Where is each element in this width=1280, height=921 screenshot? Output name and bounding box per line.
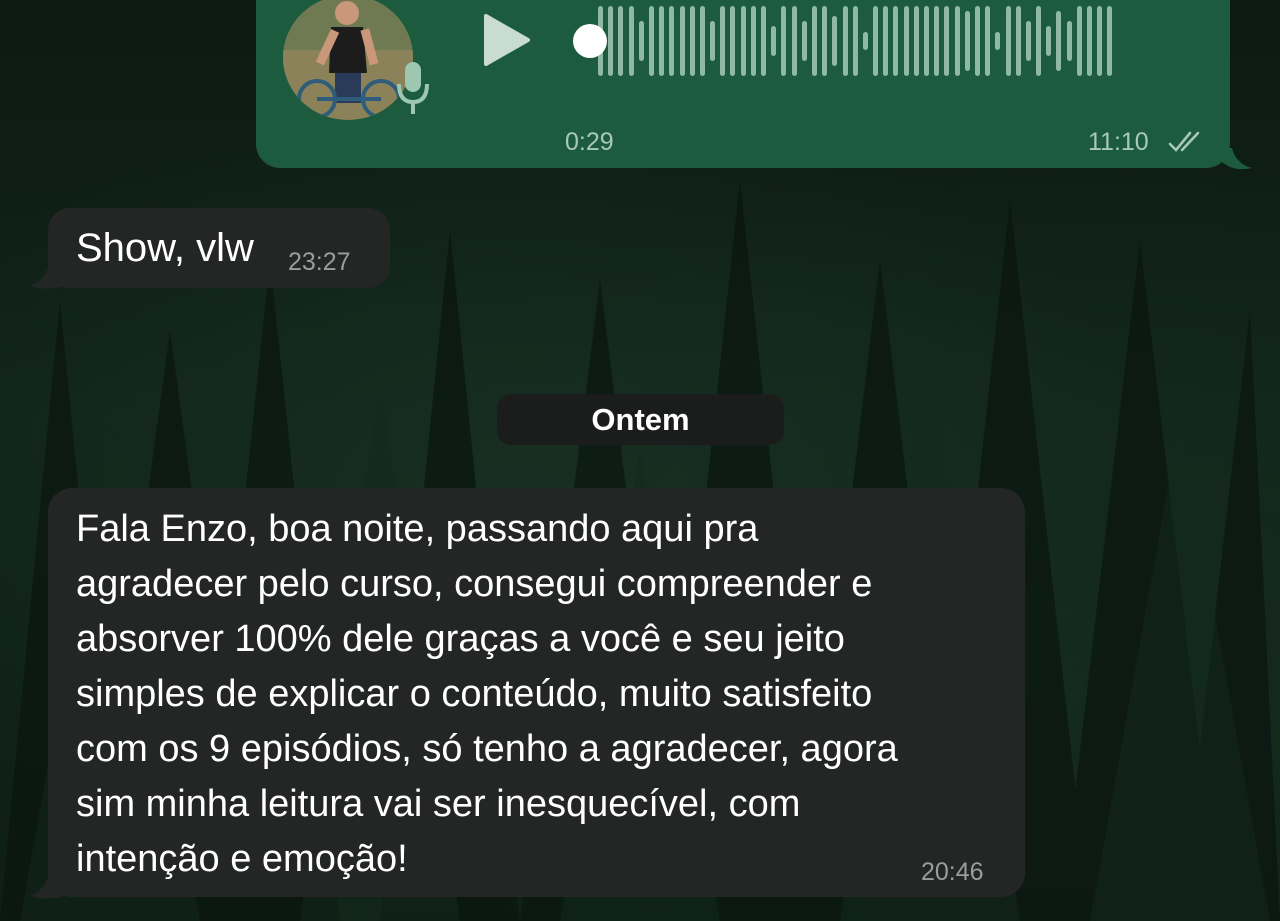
message-line: Fala Enzo, boa noite, passando aqui pra: [76, 508, 759, 550]
message-time: 23:27: [288, 248, 351, 276]
waveform-bar: [842, 6, 848, 76]
incoming-bubble-tail-long: [30, 870, 70, 899]
waveform-bar: [730, 6, 736, 76]
waveform-bar: [822, 6, 828, 76]
waveform-bar: [1005, 6, 1011, 76]
waveform-bar: [1097, 6, 1103, 76]
waveform-bar: [679, 6, 685, 76]
waveform-bar: [638, 21, 644, 61]
waveform-bar: [750, 6, 756, 76]
waveform-bar: [771, 26, 777, 56]
long-message-text: Fala Enzo, boa noite, passando aqui pra …: [76, 502, 1006, 887]
waveform-bar: [893, 6, 899, 76]
outgoing-bubble-tail: [1222, 148, 1252, 170]
message-line: com os 9 episódios, só tenho a agradecer…: [76, 728, 898, 770]
waveform-bar: [954, 6, 960, 76]
waveform-bar: [1025, 21, 1031, 61]
waveform-bar: [974, 6, 980, 76]
date-separator: Ontem: [497, 394, 784, 445]
waveform-bar: [1056, 11, 1062, 71]
waveform-bar: [648, 6, 654, 76]
long-message-time: 20:46: [921, 858, 984, 886]
waveform-bar: [852, 6, 858, 76]
waveform-bar: [903, 6, 909, 76]
audio-waveform[interactable]: [598, 6, 1188, 76]
waveform-bar: [740, 6, 746, 76]
waveform-bar: [1046, 26, 1052, 56]
waveform-bar: [944, 6, 950, 76]
waveform-bar: [1087, 6, 1092, 76]
waveform-bar: [995, 32, 1001, 50]
waveform-bar: [659, 6, 665, 76]
message-line: agradecer pelo curso, consegui compreend…: [76, 563, 873, 605]
message-text: Show, vlw: [76, 226, 254, 270]
date-separator-label: Ontem: [591, 401, 690, 437]
waveform-bar: [618, 6, 624, 76]
waveform-bar: [934, 6, 940, 76]
playback-scrubber[interactable]: [573, 24, 607, 58]
waveform-bar: [720, 6, 726, 76]
message-line: sim minha leitura vai ser inesquecível, …: [76, 783, 801, 825]
waveform-bar: [669, 6, 675, 76]
voice-duration: 0:29: [565, 128, 614, 156]
waveform-bar: [710, 21, 716, 61]
waveform-bar: [964, 11, 970, 71]
waveform-bar: [811, 6, 817, 76]
waveform-bar: [985, 6, 991, 76]
waveform-bar: [781, 6, 787, 76]
waveform-bar: [761, 6, 766, 76]
waveform-bar: [801, 21, 807, 61]
waveform-bar: [608, 6, 614, 76]
message-line: intenção e emoção!: [76, 838, 408, 880]
sender-avatar: [283, 0, 413, 120]
waveform-bar: [628, 6, 634, 76]
voice-message-time: 11:10: [1088, 128, 1149, 156]
waveform-bar: [1036, 6, 1042, 76]
avatar-photo: [283, 0, 413, 120]
waveform-bar: [832, 16, 838, 66]
play-icon[interactable]: [480, 14, 532, 66]
waveform-bar: [1107, 6, 1113, 76]
waveform-bar: [883, 6, 889, 76]
waveform-bar: [689, 6, 695, 76]
mic-icon: [397, 62, 429, 114]
waveform-bar: [791, 6, 797, 76]
waveform-bar: [1015, 6, 1021, 76]
waveform-bar: [1076, 6, 1082, 76]
incoming-bubble-tail: [30, 262, 70, 289]
waveform-bar: [924, 6, 929, 76]
waveform-bar: [873, 6, 879, 76]
waveform-bar: [913, 6, 919, 76]
message-line: simples de explicar o conteúdo, muito sa…: [76, 673, 873, 715]
waveform-bar: [1066, 21, 1072, 61]
waveform-bar: [699, 6, 705, 76]
waveform-bar: [862, 32, 868, 50]
message-line: absorver 100% dele graças a você e seu j…: [76, 618, 845, 660]
double-check-icon: [1168, 131, 1200, 152]
